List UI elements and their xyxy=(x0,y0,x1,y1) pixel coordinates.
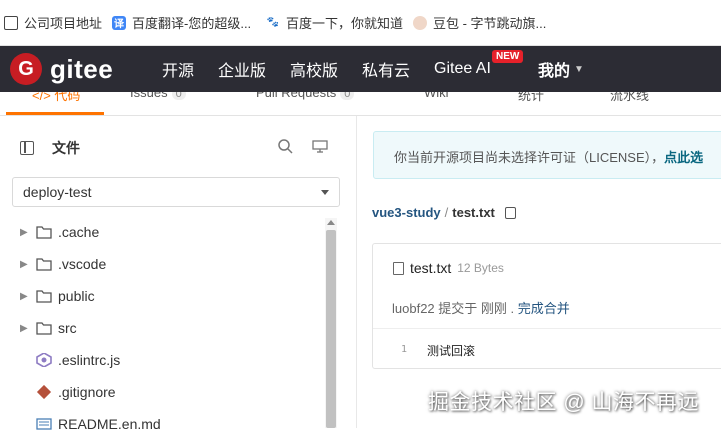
tree-item-name: .gitignore xyxy=(58,384,116,400)
bookmark-doubao[interactable]: 豆包 - 字节跳动旗... xyxy=(413,13,546,32)
gitee-logo-icon: G xyxy=(10,53,42,85)
tree-item-name: public xyxy=(58,288,95,304)
copy-icon[interactable] xyxy=(504,206,516,219)
commit-author: luobf22 提交于 刚刚 . xyxy=(392,301,518,316)
markdown-icon xyxy=(36,418,52,430)
tab-code-label: 代码 xyxy=(54,92,81,103)
tab-pull-requests[interactable]: Pull Requests 0 xyxy=(256,92,355,100)
nav-mine[interactable]: 我的 ▼ xyxy=(538,46,584,92)
file-name: test.txt xyxy=(410,260,452,276)
sidebar-header: 文件 xyxy=(20,138,80,158)
tab-issues[interactable]: Issues 0 xyxy=(130,92,186,100)
folder-icon xyxy=(36,258,52,271)
bookmark-company-projects[interactable]: 公司项目地址 xyxy=(4,13,102,32)
chevron-right-icon[interactable]: ▶ xyxy=(20,323,28,334)
breadcrumb-separator: / xyxy=(444,205,449,220)
gitee-header: G gitee 开源 企业版 高校版 私有云 Gitee AI NEW 我的 ▼ xyxy=(0,46,721,92)
tree-item-name: .eslintrc.js xyxy=(58,352,121,368)
sidebar-title: 文件 xyxy=(52,140,80,156)
tab-pipeline[interactable]: 流水线 xyxy=(610,92,649,104)
tree-item-name: .cache xyxy=(58,224,100,240)
baidu-icon: 🐾 xyxy=(266,17,280,28)
scrollbar-thumb[interactable] xyxy=(326,230,336,428)
tree-item-name: .vscode xyxy=(58,256,107,272)
tree-item-file[interactable]: .gitignore xyxy=(0,376,320,408)
file-viewer: test.txt 12 Bytes luobf22 提交于 刚刚 . 完成合并 … xyxy=(372,243,721,369)
nav-education[interactable]: 高校版 xyxy=(290,46,338,92)
fanyi-icon: 译 xyxy=(112,15,126,30)
line-content: 测试回滚 xyxy=(427,344,476,358)
file-icon xyxy=(393,261,404,275)
chevron-down-icon: ▼ xyxy=(574,63,584,75)
license-select-link[interactable]: 点此选 xyxy=(664,150,703,165)
tree-item-name: README.en.md xyxy=(58,416,161,432)
tree-item-file[interactable]: README.en.md xyxy=(0,408,320,440)
chevron-right-icon[interactable]: ▶ xyxy=(20,291,28,302)
commit-info: luobf22 提交于 刚刚 . 完成合并 xyxy=(392,298,570,317)
bookmark-label: 百度一下，你就知道 xyxy=(286,16,404,31)
bookmark-label: 公司项目地址 xyxy=(24,16,103,31)
nav-mine-label: 我的 xyxy=(538,63,571,80)
chevron-right-icon[interactable]: ▶ xyxy=(20,259,28,270)
tab-issues-label: Issues xyxy=(130,92,168,100)
nav-enterprise[interactable]: 企业版 xyxy=(218,46,266,92)
watermark: 掘金技术社区 @ 山海不再远 xyxy=(428,391,699,414)
eslint-icon xyxy=(36,353,52,367)
scroll-up-icon[interactable] xyxy=(327,220,335,225)
monitor-icon[interactable] xyxy=(312,140,328,153)
bookmark-label: 豆包 - 字节跳动旗... xyxy=(433,16,547,31)
code-line: 1 测试回滚 xyxy=(373,328,721,370)
tree-item-folder[interactable]: ▶ .vscode xyxy=(0,248,320,280)
chevron-right-icon[interactable]: ▶ xyxy=(20,227,28,238)
tree-item-folder[interactable]: ▶ .cache xyxy=(0,216,320,248)
sidebar-scrollbar[interactable] xyxy=(325,218,337,428)
file-size: 12 Bytes xyxy=(457,261,504,275)
tree-item-folder[interactable]: ▶ public xyxy=(0,280,320,312)
tree-item-folder[interactable]: ▶ src xyxy=(0,312,320,344)
tree-item-name: src xyxy=(58,320,77,336)
commit-message-link[interactable]: 完成合并 xyxy=(518,301,570,316)
tab-pr-label: Pull Requests xyxy=(256,92,337,100)
tab-stats[interactable]: 统计 xyxy=(518,92,544,104)
folder-icon xyxy=(36,226,52,239)
license-notice: 你当前开源项目尚未选择许可证（LICENSE），点此选 xyxy=(373,131,721,179)
folder-icon xyxy=(36,322,52,335)
bookmark-baidu[interactable]: 🐾 百度一下，你就知道 xyxy=(266,13,403,32)
active-tab-indicator xyxy=(6,112,104,115)
nav-open-source[interactable]: 开源 xyxy=(162,46,194,92)
pr-count: 0 xyxy=(340,92,355,100)
breadcrumb-file: test.txt xyxy=(452,205,495,220)
nav-gitee-ai[interactable]: Gitee AI xyxy=(434,46,491,92)
new-badge: NEW xyxy=(492,50,524,63)
bookmarks-bar: 公司项目地址 译 百度翻译-您的超级... 🐾 百度一下，你就知道 豆包 - 字… xyxy=(0,0,721,46)
search-icon[interactable] xyxy=(277,138,293,154)
file-sidebar: 文件 deploy-test ▶ .cache ▶ .vscode ▶ publ… xyxy=(0,116,357,432)
file-header: test.txt 12 Bytes xyxy=(393,260,504,276)
breadcrumb-repo-link[interactable]: vue3-study xyxy=(372,205,441,220)
repo-tabs: </> 代码 Issues 0 Pull Requests 0 Wiki 统计 流水… xyxy=(0,92,721,116)
chevron-down-icon xyxy=(321,190,329,195)
sidebar-toggle-icon[interactable] xyxy=(20,141,34,155)
folder-icon xyxy=(36,290,52,303)
branch-select[interactable]: deploy-test xyxy=(12,177,340,207)
folder-icon xyxy=(4,15,18,30)
issues-count: 0 xyxy=(171,92,186,100)
bookmark-label: 百度翻译-您的超级... xyxy=(132,16,252,31)
bookmark-baidu-fanyi[interactable]: 译 百度翻译-您的超级... xyxy=(112,13,251,32)
license-notice-text: 你当前开源项目尚未选择许可证（LICENSE）， xyxy=(394,150,665,165)
tab-code[interactable]: </> 代码 xyxy=(32,92,80,104)
gitee-logo-text: gitee xyxy=(50,53,114,84)
git-icon xyxy=(36,385,52,399)
branch-select-value: deploy-test xyxy=(23,184,92,200)
breadcrumb: vue3-study / test.txt xyxy=(372,205,516,220)
tree-item-file[interactable]: .eslintrc.js xyxy=(0,344,320,376)
doubao-icon xyxy=(413,15,427,30)
gitee-logo[interactable]: G gitee xyxy=(10,53,113,85)
nav-private-cloud[interactable]: 私有云 xyxy=(362,46,410,92)
line-number: 1 xyxy=(401,344,408,355)
tab-wiki[interactable]: Wiki xyxy=(424,92,449,100)
